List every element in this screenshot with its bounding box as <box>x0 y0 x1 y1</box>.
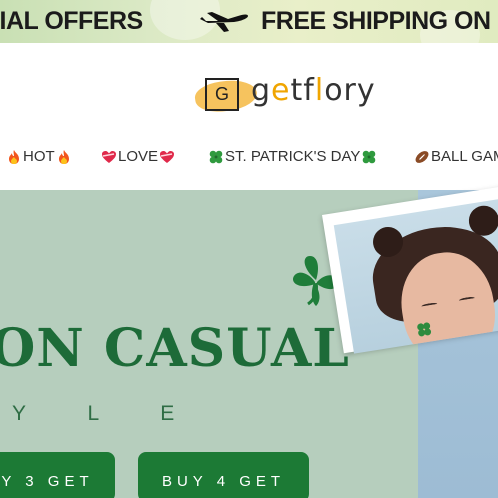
nav-item-st-patricks-day[interactable]: ST. PATRICK'S DAY <box>208 148 377 165</box>
button-label: Y 3 GET <box>1 473 94 490</box>
nav-label: BALL GAM <box>431 148 498 165</box>
category-nav: HOT LOVE ST. PATRICK'S DAY BALL GA <box>0 148 498 172</box>
hero-subtitle: Y L E <box>12 402 203 425</box>
nav-label: ST. PATRICK'S DAY <box>225 148 361 165</box>
nav-item-ball-game[interactable]: BALL GAM <box>414 148 498 165</box>
airplane-icon <box>200 12 248 32</box>
brand-logo[interactable]: G getflory <box>193 73 385 117</box>
logo-wordmark: getflory <box>251 73 376 108</box>
hero-title: ON CASUAL <box>0 318 350 379</box>
nav-label: LOVE <box>118 148 159 165</box>
heart-icon <box>160 150 175 163</box>
nav-item-love[interactable]: LOVE <box>101 148 175 165</box>
buy-4-get-button[interactable]: BUY 4 GET <box>138 452 309 498</box>
buy-3-get-button[interactable]: Y 3 GET <box>0 452 115 498</box>
logo-box-letter: G <box>205 78 239 111</box>
button-label: BUY 4 GET <box>161 473 286 490</box>
four-leaf-clover-icon <box>209 150 223 163</box>
four-leaf-clover-icon <box>363 150 376 163</box>
fire-icon <box>58 149 69 164</box>
promo-offers-text: CIAL OFFERS <box>0 7 143 35</box>
face-clover-icon <box>417 322 432 337</box>
football-icon <box>415 150 429 163</box>
model-photo-image <box>333 195 498 354</box>
nav-label: HOT <box>23 148 55 165</box>
promo-banner[interactable]: CIAL OFFERS FREE SHIPPING ON <box>0 0 498 43</box>
heart-icon <box>102 150 116 163</box>
nav-item-hot[interactable]: HOT <box>6 148 72 165</box>
fire-icon <box>9 149 19 164</box>
promo-shipping-text: FREE SHIPPING ON <box>261 7 491 35</box>
